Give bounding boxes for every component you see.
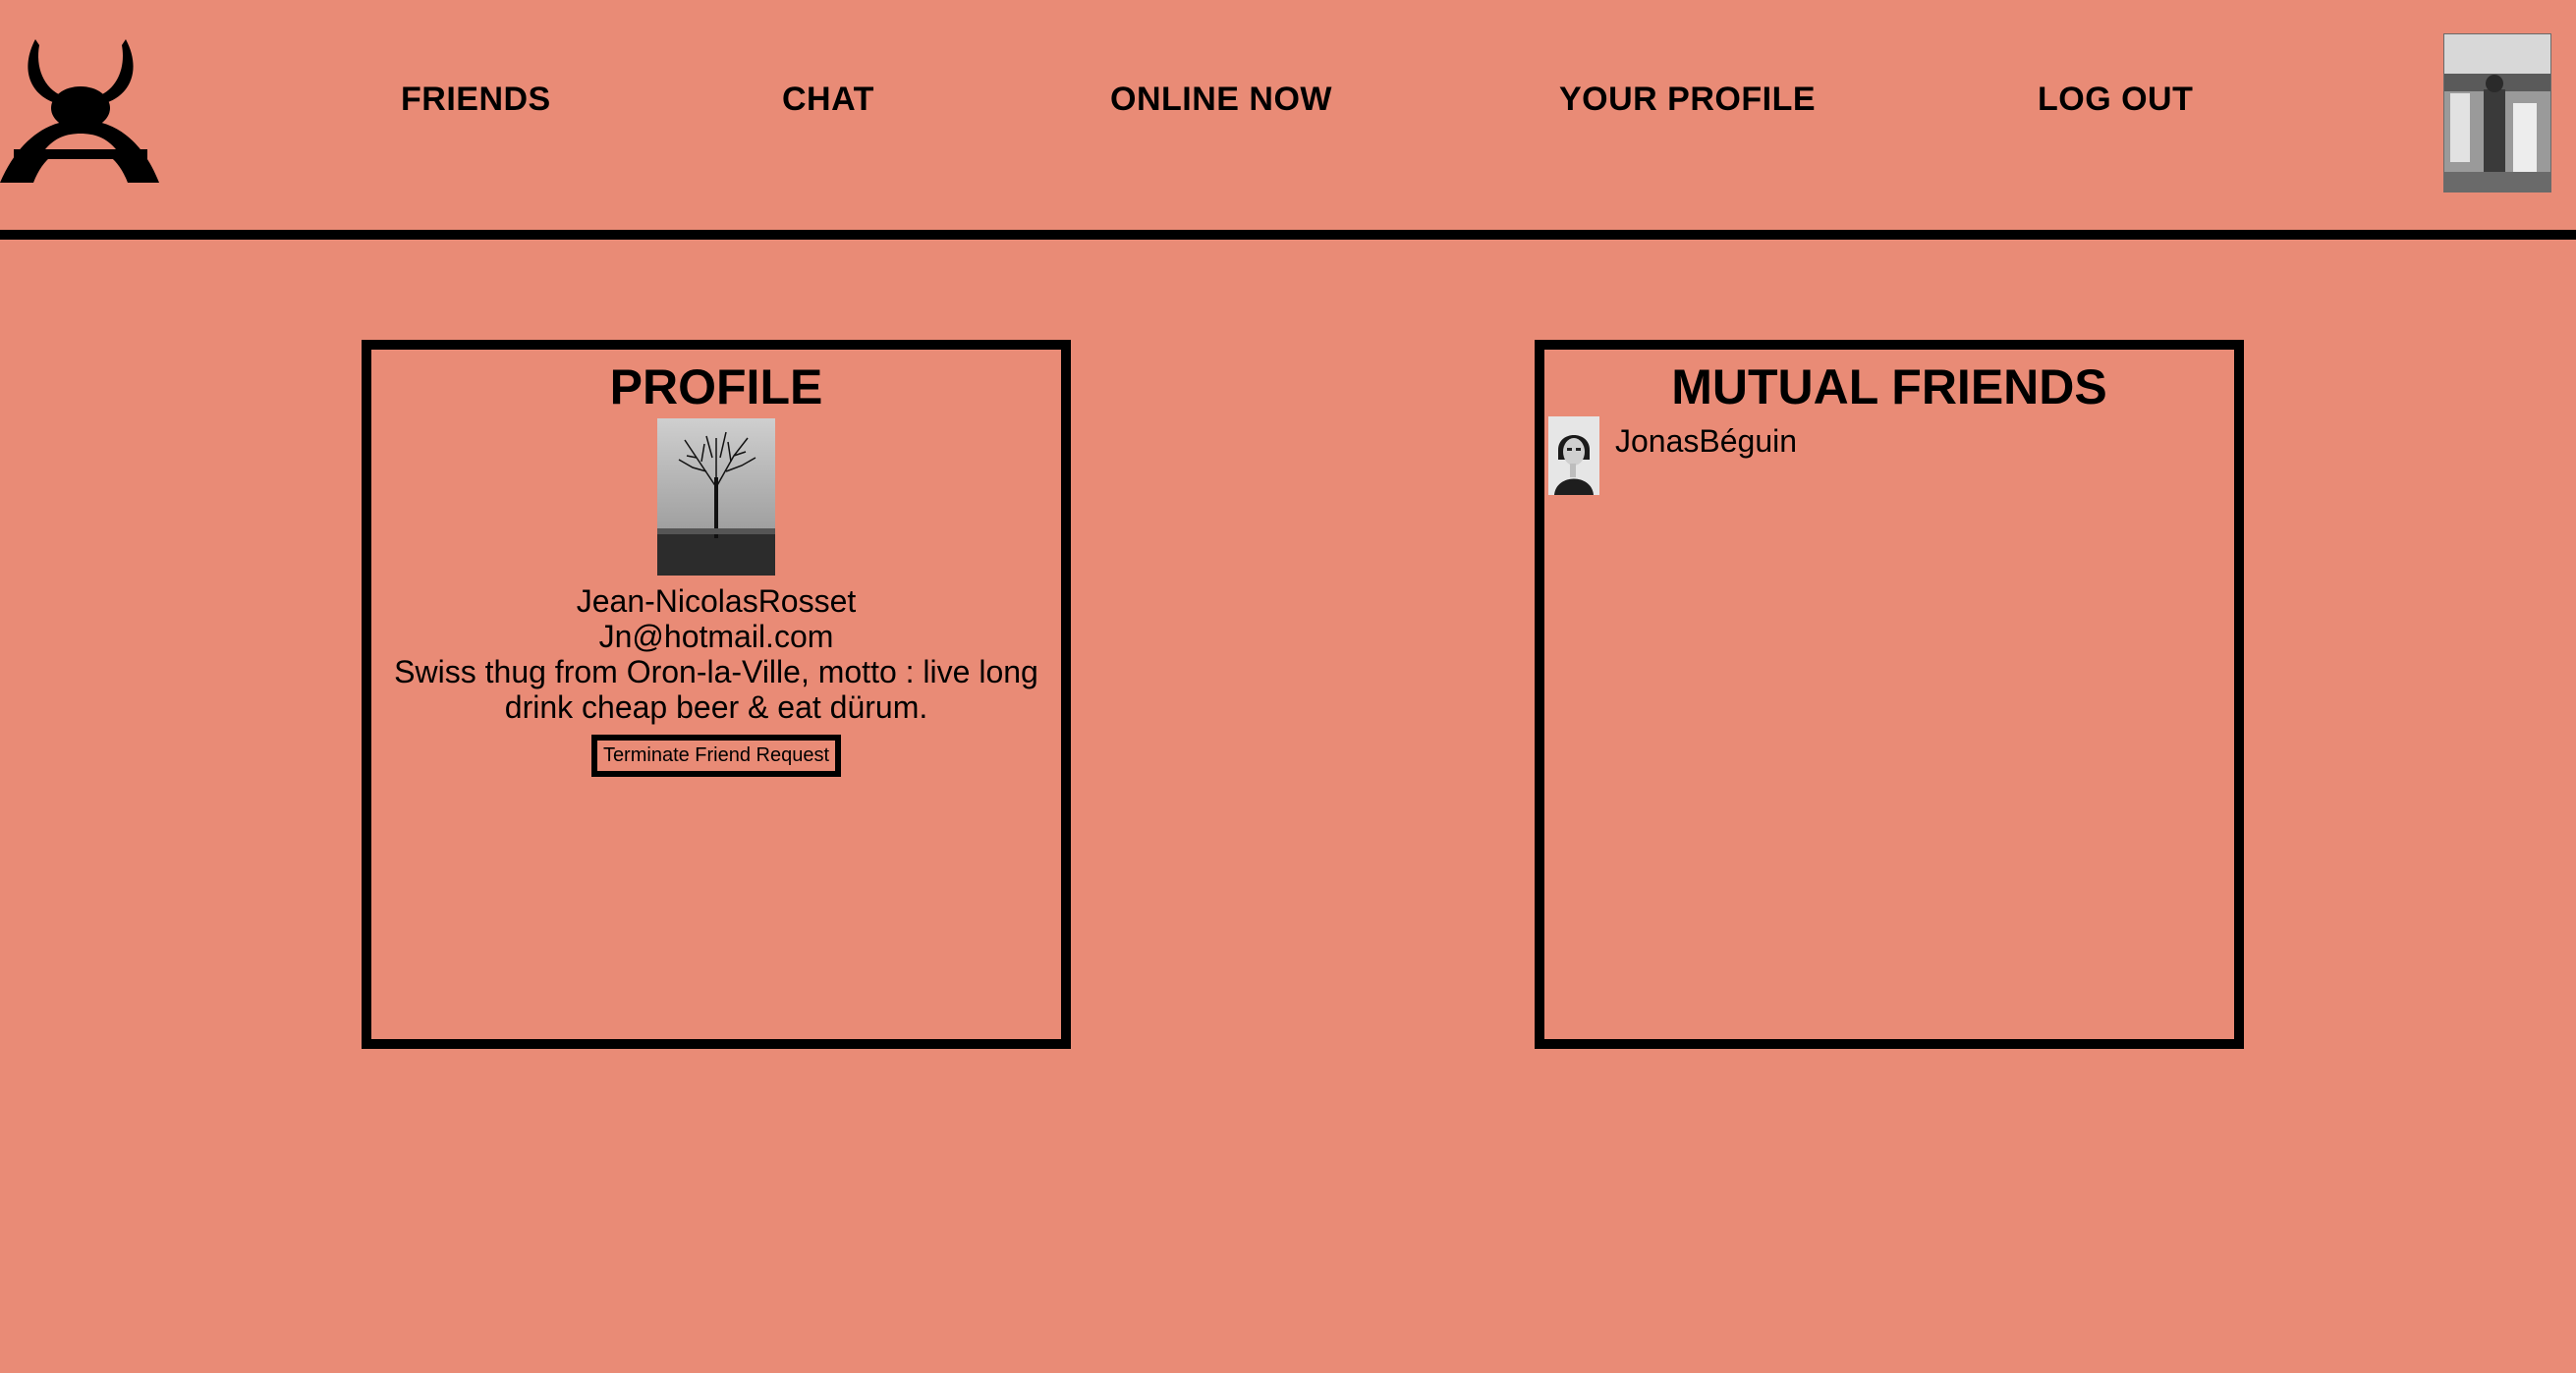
nav-log-out-link[interactable]: LOG OUT xyxy=(2038,81,2193,119)
profile-email: Jn@hotmail.com xyxy=(598,619,834,654)
header-user-avatar[interactable] xyxy=(2443,33,2551,192)
top-navigation-bar: FRIENDS CHAT ONLINE NOW YOUR PROFILE LOG… xyxy=(0,0,2576,230)
nav-friends-link[interactable]: FRIENDS xyxy=(401,81,551,119)
profile-panel-title: PROFILE xyxy=(609,359,823,414)
site-logo-icon[interactable] xyxy=(0,39,159,183)
terminate-friend-request-button[interactable]: Terminate Friend Request xyxy=(590,735,842,777)
mutual-friend-avatar xyxy=(1548,416,1599,495)
header-divider xyxy=(0,230,2576,240)
profile-panel: PROFILE Jean-NicolasRosset Jn@hotmail.co… xyxy=(362,340,1071,1049)
profile-photo xyxy=(657,418,775,576)
profile-bio: Swiss thug from Oron-la-Ville, motto : l… xyxy=(394,654,1038,725)
profile-name: Jean-NicolasRosset xyxy=(576,583,857,619)
nav-online-now-link[interactable]: ONLINE NOW xyxy=(1110,81,1332,119)
mutual-friend-name: JonasBéguin xyxy=(1615,422,1798,459)
mutual-friend-item[interactable]: JonasBéguin xyxy=(1548,416,1797,495)
mutual-friends-panel: MUTUAL FRIENDS JonasBéguin xyxy=(1535,340,2244,1049)
mutual-friends-title: MUTUAL FRIENDS xyxy=(1671,359,2107,414)
nav-your-profile-link[interactable]: YOUR PROFILE xyxy=(1559,81,1816,119)
nav-chat-link[interactable]: CHAT xyxy=(782,81,874,119)
